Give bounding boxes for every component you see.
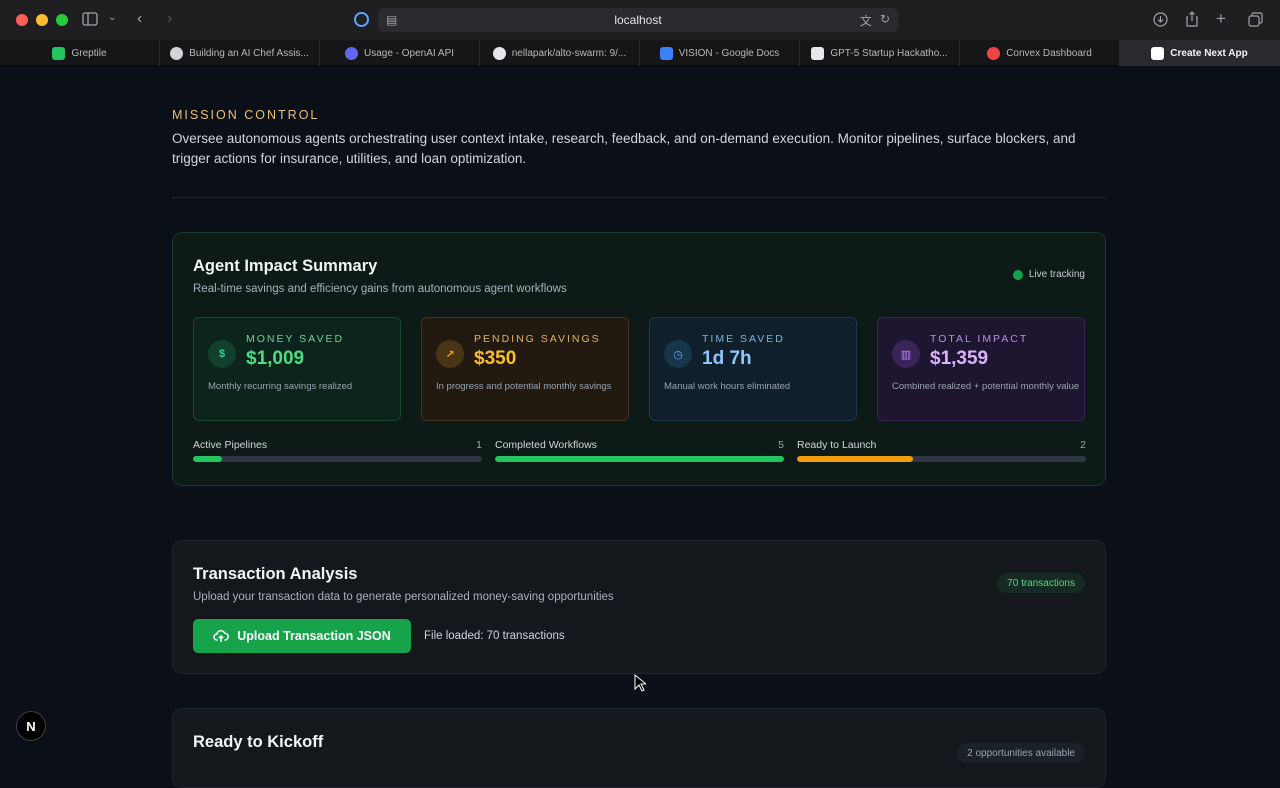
tab-github[interactable]: nellapark/alto-swarm: 9/... <box>480 40 640 66</box>
progress-count: 5 <box>778 439 784 451</box>
tab-hackathon[interactable]: GPT-5 Startup Hackatho... <box>800 40 960 66</box>
progress-fill <box>193 456 222 462</box>
mission-description: Oversee autonomous agents orchestrating … <box>172 131 1076 166</box>
download-icon[interactable] <box>1153 12 1168 29</box>
stat-label: TOTAL IMPACT <box>930 333 1029 345</box>
kickoff-title: Ready to Kickoff <box>193 733 324 751</box>
progress-fill <box>495 456 784 462</box>
live-dot-icon <box>1012 269 1023 280</box>
greptile-favicon-icon <box>52 46 66 60</box>
back-icon[interactable]: ‹ <box>137 11 142 27</box>
url-text: localhost <box>614 13 662 27</box>
page-content: MISSION CONTROL Oversee autonomous agent… <box>0 66 1280 788</box>
browser-toolbar: ⌄ ‹ › ▤ localhost 文 ↻ + <box>0 0 1280 40</box>
nextjs-favicon-icon <box>1151 46 1165 60</box>
address-bar[interactable]: ▤ localhost 文 ↻ <box>378 8 898 32</box>
reload-icon[interactable]: ↻ <box>880 12 890 29</box>
cloud-upload-icon <box>213 629 230 642</box>
stat-description: Manual work hours eliminated <box>664 381 791 392</box>
divider <box>172 197 1106 198</box>
stat-value: $1,009 <box>246 348 305 369</box>
tab-overview-icon[interactable] <box>1248 12 1263 29</box>
mouse-cursor-icon <box>634 674 646 692</box>
minimize-window-button[interactable] <box>36 14 48 26</box>
impact-stats: $ MONEY SAVED $1,009 Monthly recurring s… <box>193 317 1086 421</box>
stat-label: TIME SAVED <box>702 333 785 345</box>
progress-completed-workflows: Completed Workflows 5 <box>495 439 784 462</box>
live-tracking-indicator: Live tracking <box>1012 269 1085 280</box>
progress-fill <box>797 456 913 462</box>
convex-favicon-icon <box>987 46 1001 60</box>
window-controls <box>16 14 68 26</box>
tab-create-next-app[interactable]: Create Next App <box>1120 40 1280 66</box>
dollar-icon: $ <box>208 340 236 368</box>
share-icon[interactable] <box>1185 11 1199 29</box>
impact-title: Agent Impact Summary <box>193 257 378 275</box>
stat-total-impact: ▥ TOTAL IMPACT $1,359 Combined realized … <box>877 317 1085 421</box>
transaction-title: Transaction Analysis <box>193 565 358 583</box>
progress-label: Active Pipelines <box>193 439 268 451</box>
stat-description: Combined realized + potential monthly va… <box>892 381 1080 392</box>
mission-eyebrow: MISSION CONTROL <box>172 108 320 122</box>
impact-subtitle: Real-time savings and efficiency gains f… <box>193 283 567 295</box>
close-window-button[interactable] <box>16 14 28 26</box>
stat-value: $350 <box>474 348 517 369</box>
stat-label: MONEY SAVED <box>246 333 345 345</box>
progress-track <box>797 456 1086 462</box>
transaction-analysis-card: Transaction Analysis Upload your transac… <box>172 540 1106 674</box>
progress-track <box>495 456 784 462</box>
transaction-subtitle: Upload your transaction data to generate… <box>193 591 614 603</box>
progress-label: Completed Workflows <box>495 439 597 451</box>
file-status-text: File loaded: 70 transactions <box>424 630 565 642</box>
openai-favicon-icon <box>344 46 358 60</box>
upload-transaction-button[interactable]: Upload Transaction JSON <box>193 619 411 653</box>
progress-count: 1 <box>476 439 482 451</box>
agent-impact-summary-card: Agent Impact Summary Real-time savings a… <box>172 232 1106 486</box>
stat-description: In progress and potential monthly saving… <box>436 381 612 392</box>
nextjs-dev-tools-button[interactable]: N <box>16 711 46 741</box>
google-docs-favicon-icon <box>659 46 673 60</box>
stat-value: $1,359 <box>930 348 989 369</box>
chevron-down-icon[interactable]: ⌄ <box>108 13 116 23</box>
trending-up-icon: ↗ <box>436 340 464 368</box>
tab-greptile[interactable]: Greptile <box>0 40 160 66</box>
stat-money-saved: $ MONEY SAVED $1,009 Monthly recurring s… <box>193 317 401 421</box>
stat-pending-savings: ↗ PENDING SAVINGS $350 In progress and p… <box>421 317 629 421</box>
tab-convex[interactable]: Convex Dashboard <box>960 40 1120 66</box>
privacy-shield-icon[interactable] <box>354 12 369 27</box>
progress-count: 2 <box>1080 439 1086 451</box>
clock-icon: ◷ <box>664 340 692 368</box>
progress-label: Ready to Launch <box>797 439 877 451</box>
progress-track <box>193 456 482 462</box>
new-tab-icon[interactable]: + <box>1216 10 1226 27</box>
stat-time-saved: ◷ TIME SAVED 1d 7h Manual work hours eli… <box>649 317 857 421</box>
tab-bar: Greptile Building an AI Chef Assis... Us… <box>0 40 1280 66</box>
bar-chart-icon: ▥ <box>892 340 920 368</box>
transaction-count-badge: 70 transactions <box>997 573 1085 593</box>
stat-value: 1d 7h <box>702 348 752 369</box>
stat-description: Monthly recurring savings realized <box>208 381 353 392</box>
forward-icon[interactable]: › <box>167 11 172 27</box>
progress-ready-to-launch: Ready to Launch 2 <box>797 439 1086 462</box>
pipeline-progress: Active Pipelines 1 Completed Workflows 5 R… <box>193 439 1086 462</box>
opportunities-badge: 2 opportunities available <box>957 743 1085 763</box>
translate-icon[interactable]: 文 <box>860 12 872 29</box>
progress-active-pipelines: Active Pipelines 1 <box>193 439 482 462</box>
sidebar-toggle-icon[interactable] <box>82 12 98 28</box>
ready-to-kickoff-card: Ready to Kickoff 2 opportunities availab… <box>172 708 1106 788</box>
tab-google-docs[interactable]: VISION - Google Docs <box>640 40 800 66</box>
tab-openai-usage[interactable]: Usage - OpenAI API <box>320 40 480 66</box>
chatgpt-favicon-icon <box>170 46 184 60</box>
github-favicon-icon <box>492 46 506 60</box>
hackathon-favicon-icon <box>811 46 825 60</box>
page-settings-icon[interactable]: ▤ <box>386 13 397 27</box>
maximize-window-button[interactable] <box>56 14 68 26</box>
tab-ai-chef[interactable]: Building an AI Chef Assis... <box>160 40 320 66</box>
stat-label: PENDING SAVINGS <box>474 333 601 345</box>
